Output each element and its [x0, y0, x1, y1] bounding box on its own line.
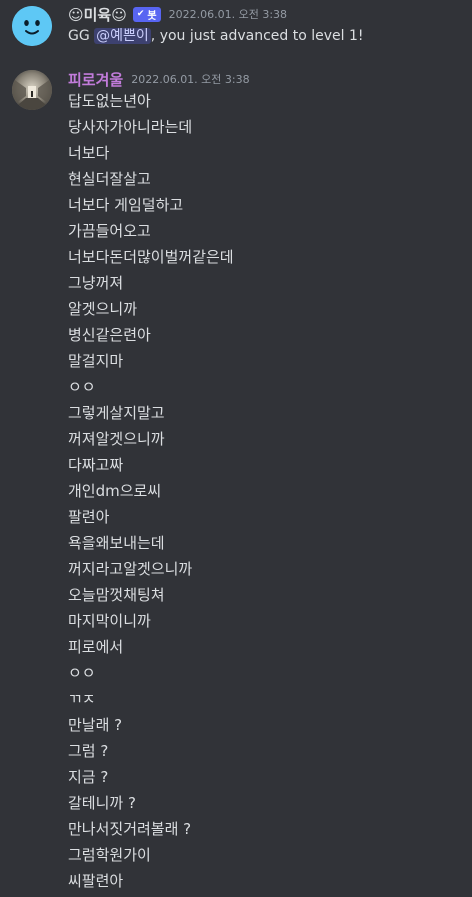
message-line: 지금 ? — [68, 768, 109, 786]
message-line: 알겟으니까 — [68, 300, 138, 318]
bot-message-text: GG @예쁜이, you just advanced to level 1! — [68, 26, 363, 46]
bot-username[interactable]: ☺미육☺ — [68, 4, 127, 25]
message-line: 만날래 ? — [68, 716, 123, 734]
message-line: 그럼학원가이 — [68, 846, 151, 864]
message-line: 꺼지라고알겟으니까 — [68, 560, 193, 578]
message-line: 다짜고짜 — [68, 456, 124, 474]
message-line: ㅇㅇ — [68, 664, 96, 682]
user-message-header: 피로겨울 2022.06.01. 오전 3:38 — [68, 69, 250, 89]
message-lines: 답도없는년아 당사자가아니라는데 너보다 현실더잘살고 너보다 게임덜하고 가끔… — [68, 91, 234, 897]
message-line: ㅇㅇ — [68, 378, 96, 396]
message-line: 너보다 게임덜하고 — [68, 196, 184, 214]
smiley-face-icon — [12, 6, 52, 46]
message-line: 말걸지마 — [68, 352, 124, 370]
message-line: 그냥꺼져 — [68, 274, 124, 292]
message-line: 병신같은련아 — [68, 326, 151, 344]
message-line: 당사자가아니라는데 — [68, 118, 193, 136]
message-line: 가끔들어오고 — [68, 222, 151, 240]
message-line: 씨팔련아 — [68, 872, 124, 890]
bot-tag: ✔ 봇 — [132, 6, 161, 22]
bot-text-suffix: , you just advanced to level 1! — [150, 28, 364, 44]
message-line: 그렇게살지말고 — [68, 404, 165, 422]
message-line: 너보다 — [68, 144, 110, 162]
user-avatar[interactable] — [12, 70, 52, 110]
message-line: 욕을왜보내는데 — [68, 534, 165, 552]
bot-message-header: ☺미육☺ ✔ 봇 2022.06.01. 오전 3:38 — [68, 4, 287, 24]
check-icon: ✔ — [136, 9, 145, 19]
bot-text-prefix: GG — [68, 28, 95, 44]
message-line: 팔련아 — [68, 508, 110, 526]
user-timestamp: 2022.06.01. 오전 3:38 — [131, 73, 250, 86]
user-username[interactable]: 피로겨울 — [68, 69, 123, 90]
message-line: ㄲㅈ — [68, 690, 96, 708]
photo-avatar — [12, 70, 52, 110]
message-line: 만나서짓거려볼래 ? — [68, 820, 192, 838]
message-line: 답도없는년아 — [68, 92, 151, 110]
message-line: 마지막이니까 — [68, 612, 151, 630]
bot-tag-label: 봇 — [147, 10, 157, 22]
bot-timestamp: 2022.06.01. 오전 3:38 — [168, 8, 288, 21]
bot-avatar[interactable] — [12, 6, 52, 46]
message-line: 개인dm으로씨 — [68, 482, 162, 500]
message-line: 현실더잘살고 — [68, 170, 151, 188]
message-line: 꺼져알겟으니까 — [68, 430, 165, 448]
message-line: 피로에서 — [68, 638, 124, 656]
message-line: 너보다돈더많이벌꺼같은데 — [68, 248, 234, 266]
message-line: 갈테니까 ? — [68, 794, 136, 812]
user-mention[interactable]: @예쁜이 — [94, 28, 151, 44]
message-line: 오늘맘껏채팅쳐 — [68, 586, 165, 604]
message-line: 그럼 ? — [68, 742, 109, 760]
